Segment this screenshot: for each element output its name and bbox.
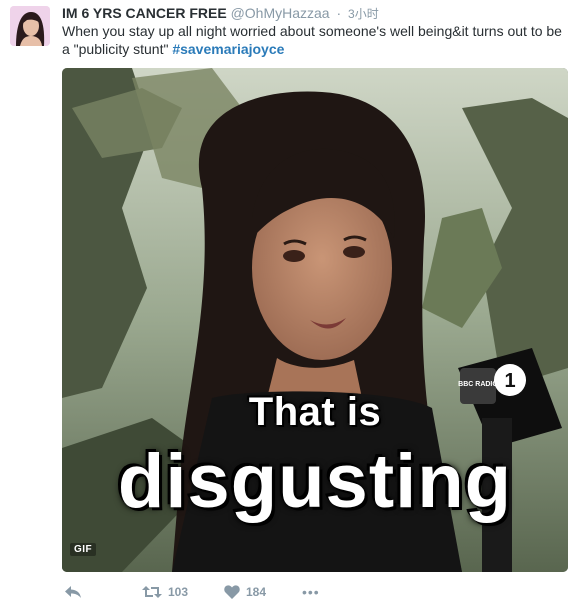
mic-badge-text: BBC RADIO bbox=[458, 381, 498, 388]
retweet-count: 103 bbox=[168, 585, 189, 599]
heart-icon bbox=[224, 585, 240, 599]
separator: · bbox=[336, 5, 342, 21]
user-handle[interactable]: @OhMyHazzaa bbox=[231, 5, 330, 21]
tweet-media-gif[interactable]: 1 BBC RADIO That is disgusting GIF bbox=[62, 68, 568, 572]
gif-caption-line1: That is bbox=[248, 390, 382, 434]
like-count: 184 bbox=[246, 585, 267, 599]
display-name[interactable]: IM 6 YRS CANCER FREE bbox=[62, 5, 227, 21]
more-button[interactable]: ••• bbox=[302, 582, 320, 602]
tweet-header: IM 6 YRS CANCER FREE @OhMyHazzaa · 3小时 bbox=[62, 5, 565, 23]
mic-number: 1 bbox=[504, 370, 515, 392]
reply-button[interactable] bbox=[64, 582, 82, 602]
timestamp[interactable]: 3小时 bbox=[348, 7, 379, 21]
retweet-icon bbox=[142, 586, 162, 598]
tweet-text: When you stay up all night worried about… bbox=[62, 22, 562, 58]
tweet-actions: 103 184 ••• bbox=[62, 582, 462, 602]
like-button[interactable]: 184 bbox=[224, 582, 266, 602]
avatar-image bbox=[10, 6, 50, 46]
hashtag-link[interactable]: #savemariajoyce bbox=[172, 41, 284, 57]
reply-icon bbox=[65, 586, 81, 598]
avatar[interactable] bbox=[10, 6, 50, 46]
gif-caption-line2: disgusting bbox=[117, 439, 513, 524]
retweet-button[interactable]: 103 bbox=[142, 582, 188, 602]
more-icon: ••• bbox=[302, 584, 320, 600]
tweet-text-body: When you stay up all night worried about… bbox=[62, 23, 562, 57]
gif-badge: GIF bbox=[70, 543, 97, 556]
